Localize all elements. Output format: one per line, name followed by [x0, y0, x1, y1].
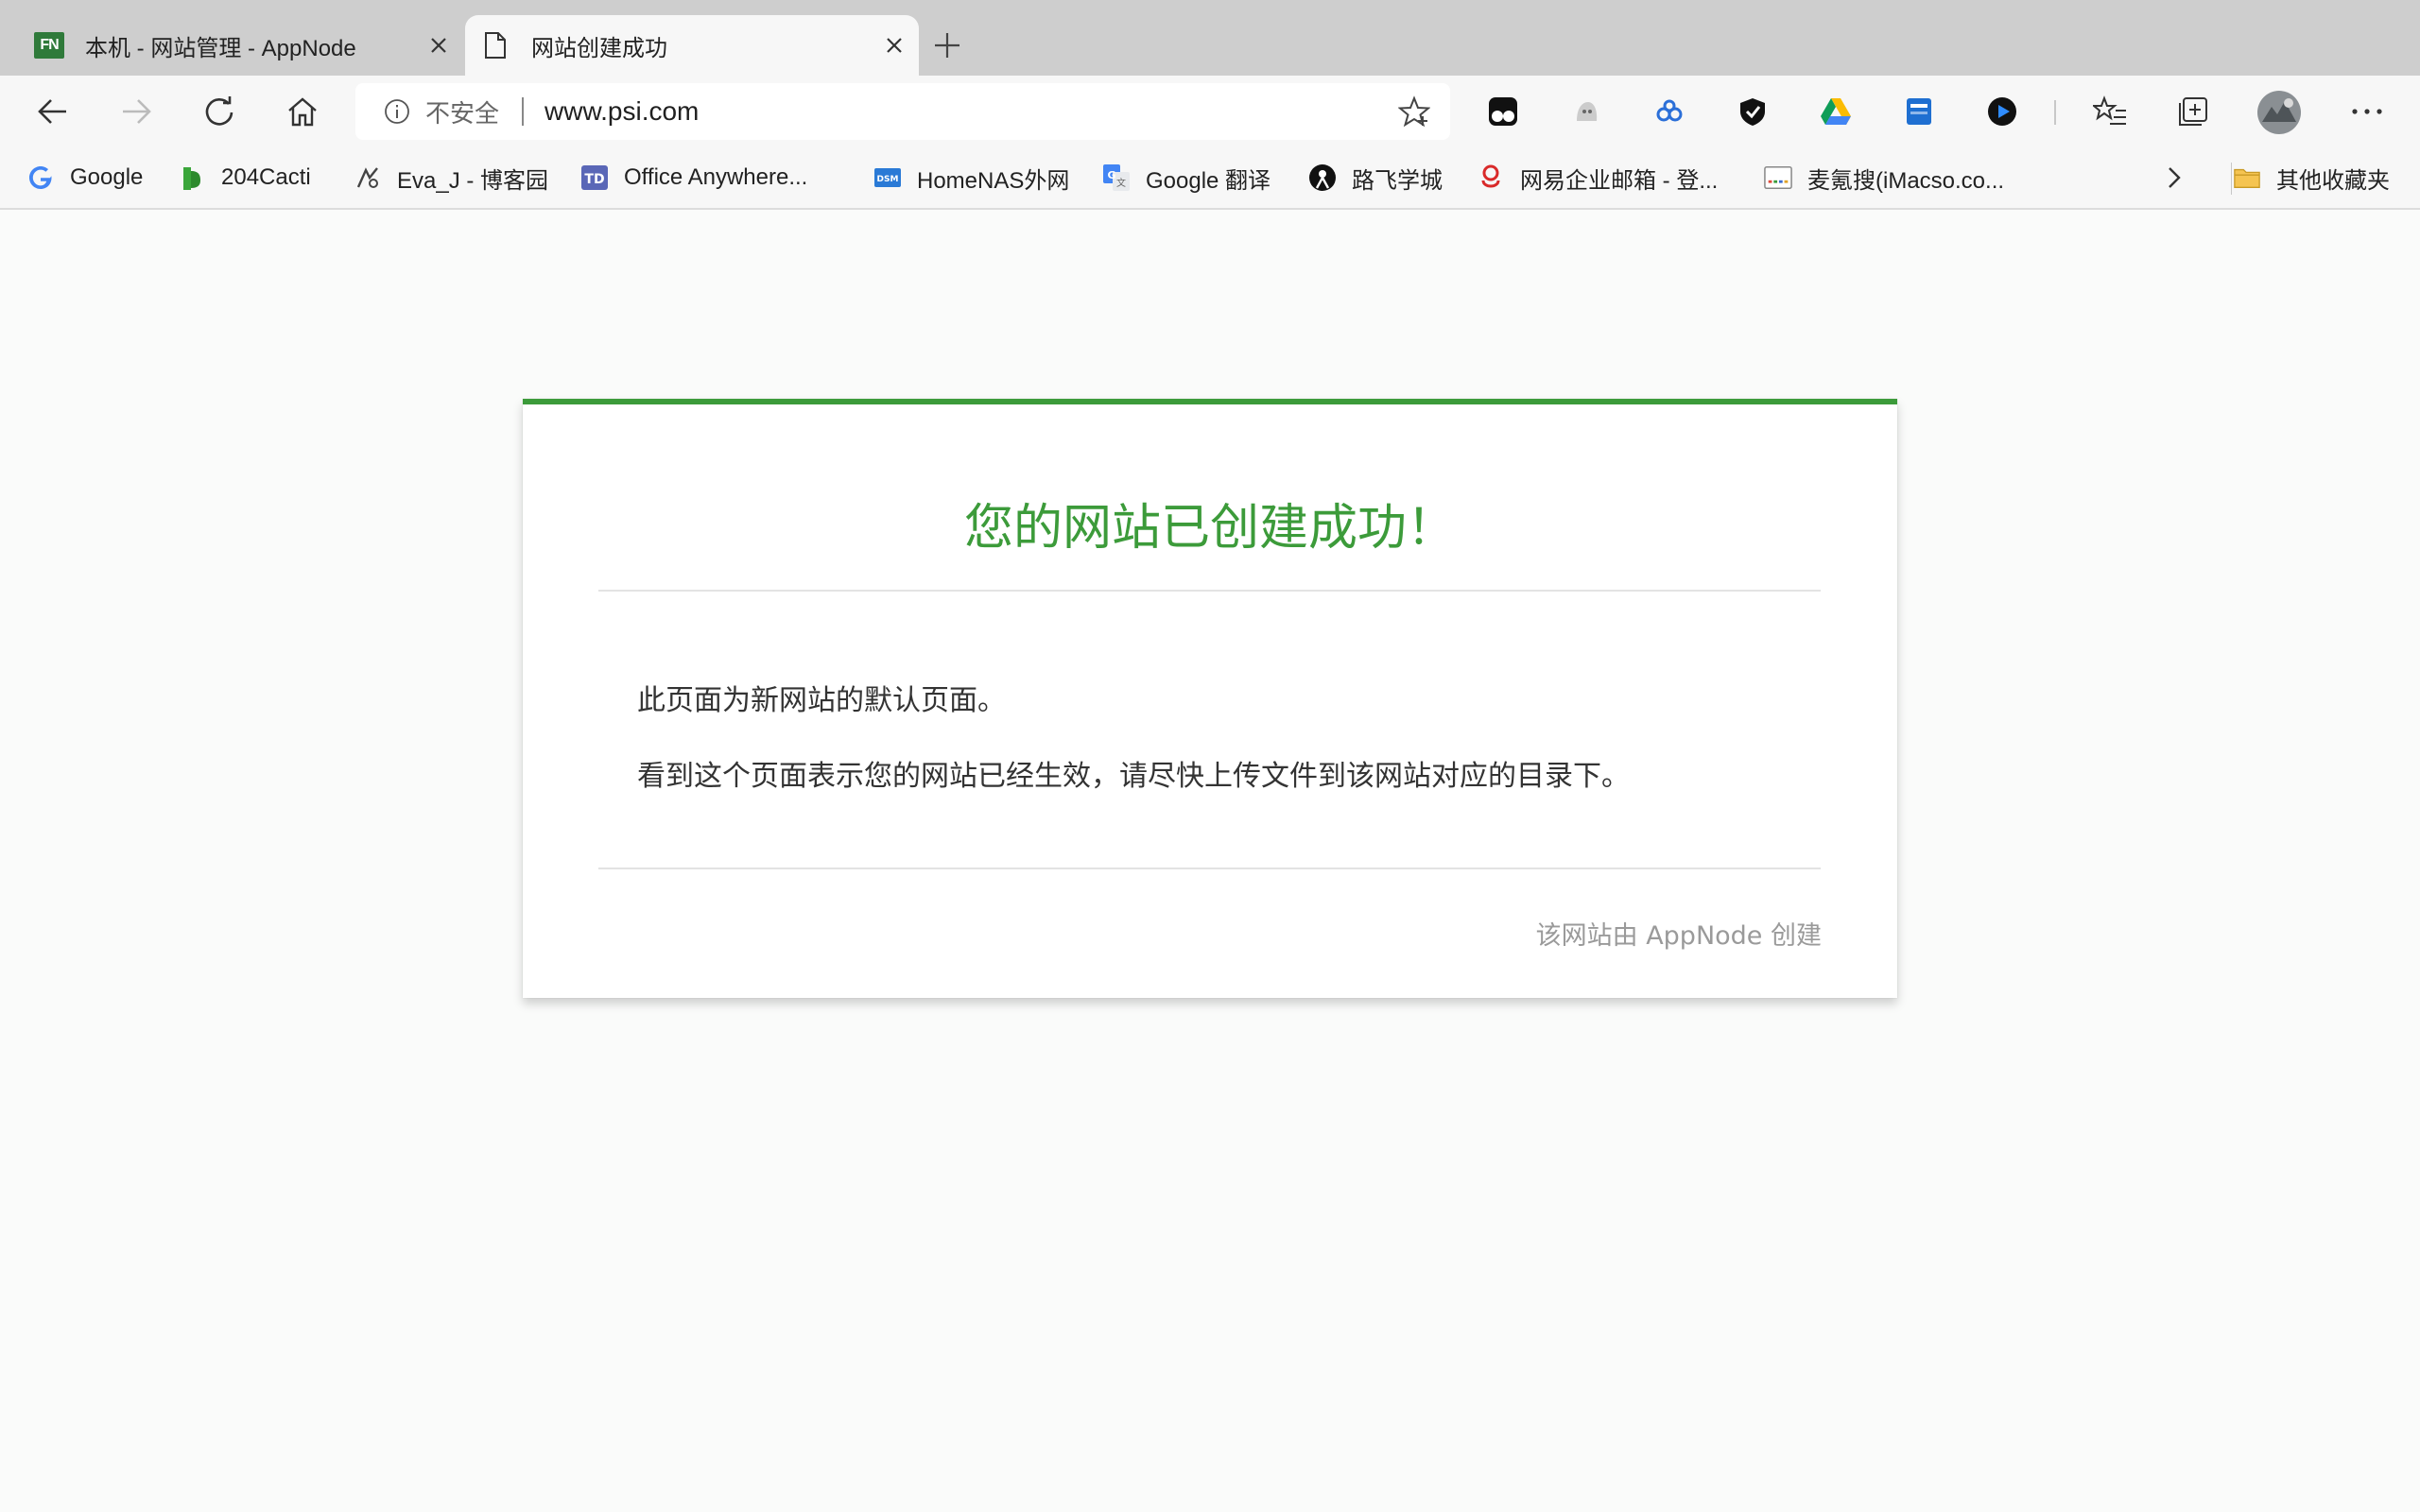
bookmark-google-translate[interactable]: G文 Google 翻译 — [1102, 159, 1270, 197]
google-drive-icon[interactable] — [1819, 94, 1853, 129]
forward-button[interactable] — [112, 87, 161, 136]
bookmark-google[interactable]: Google — [26, 159, 143, 197]
luffy-icon — [1308, 163, 1337, 192]
folder-icon — [2233, 163, 2261, 192]
shield-icon[interactable] — [1736, 94, 1770, 129]
tab-site-created[interactable]: 网站创建成功 — [465, 15, 919, 76]
bookmark-label: 204Cacti — [221, 164, 311, 190]
address-separator — [522, 97, 525, 126]
info-icon[interactable] — [382, 96, 412, 127]
chain-extension-icon[interactable] — [1652, 94, 1686, 129]
toolbar-divider — [2054, 100, 2056, 125]
description-line-2: 看到这个页面表示您的网站已经生效，请尽快上传文件到该网站对应的目录下。 — [637, 760, 1630, 793]
close-tab-icon[interactable] — [875, 26, 913, 64]
bookmarks-divider — [2231, 163, 2232, 195]
avatar[interactable] — [2256, 89, 2303, 136]
divider — [598, 868, 1821, 869]
home-button[interactable] — [278, 87, 327, 136]
bookmark-homenas[interactable]: DSM HomeNAS外网 — [873, 159, 1069, 197]
svg-text:TD: TD — [584, 172, 604, 187]
bookmark-eva-j[interactable]: Eva_J - 博客园 — [354, 159, 548, 197]
divider — [598, 590, 1821, 592]
tab-title: 本机 - 网站管理 - AppNode — [85, 35, 356, 61]
tab-appnode[interactable]: FN 本机 - 网站管理 - AppNode — [19, 15, 463, 76]
bookmark-label: 网易企业邮箱 - 登... — [1520, 167, 1719, 194]
new-tab-button[interactable] — [926, 25, 968, 66]
document-icon — [480, 30, 510, 60]
credit-footer: 该网站由 AppNode 创建 — [1535, 921, 1822, 951]
add-favorite-icon[interactable] — [1395, 93, 1433, 130]
address-bar[interactable]: 不安全 www.psi.com — [355, 83, 1450, 140]
bookmark-netease-mail[interactable]: 网易企业邮箱 - 登... — [1477, 159, 1718, 197]
tab-title: 网站创建成功 — [531, 35, 667, 61]
bookmark-label: 路飞学城 — [1352, 167, 1443, 194]
security-label[interactable]: 不安全 — [425, 94, 499, 129]
dsm-icon: DSM — [873, 163, 902, 192]
google-translate-icon: G文 — [1102, 163, 1131, 192]
play-icon[interactable] — [1985, 94, 2019, 129]
reload-button[interactable] — [195, 87, 244, 136]
bookmarks-overflow-chevron-icon[interactable] — [2165, 159, 2184, 197]
bookmark-luffy[interactable]: 路飞学城 — [1308, 159, 1443, 197]
favorites-icon[interactable] — [2093, 94, 2127, 129]
svg-text:G: G — [1107, 169, 1115, 181]
bookmark-204cacti[interactable]: 204Cacti — [178, 159, 311, 197]
page-heading: 您的网站已创建成功！ — [963, 500, 1456, 557]
tab-strip: FN 本机 - 网站管理 - AppNode 网站创建成功 — [0, 0, 2420, 76]
bookmark-imacso[interactable]: 麦氪搜(iMacso.co... — [1764, 159, 2004, 197]
bookmark-label: HomeNAS外网 — [917, 167, 1070, 194]
description-line-1: 此页面为新网站的默认页面。 — [637, 684, 1006, 717]
td-icon: TD — [580, 163, 609, 192]
svg-text:DSM: DSM — [877, 175, 899, 184]
bookmarks-bar: Google 204Cacti Eva_J - 博客园 TD Office An… — [0, 147, 2420, 210]
back-button[interactable] — [28, 87, 78, 136]
tampermonkey-icon[interactable] — [1486, 94, 1520, 129]
netease-mail-icon — [1477, 163, 1505, 192]
bookmark-label: Google — [70, 164, 144, 190]
fn-logo-icon: FN — [34, 30, 64, 60]
cacti-icon — [178, 163, 206, 192]
blog-icon — [354, 163, 382, 192]
bookmark-other-folder[interactable]: 其他收藏夹 — [2233, 159, 2390, 197]
google-icon — [26, 163, 55, 192]
bookmark-label: Eva_J - 博客园 — [397, 167, 549, 194]
bookmark-label: 麦氪搜(iMacso.co... — [1807, 167, 2005, 194]
ghost-extension-icon[interactable] — [1569, 94, 1603, 129]
page-viewport: 您的网站已创建成功！ 此页面为新网站的默认页面。 看到这个页面表示您的网站已经生… — [0, 210, 2420, 1512]
bookmark-label: 其他收藏夹 — [2276, 167, 2390, 194]
bookmark-label: Office Anywhere... — [624, 164, 808, 190]
close-tab-icon[interactable] — [420, 26, 458, 64]
bookmark-office-anywhere[interactable]: TD Office Anywhere... — [580, 159, 807, 197]
browser-toolbar: 不安全 www.psi.com — [0, 76, 2420, 147]
welcome-card: 您的网站已创建成功！ 此页面为新网站的默认页面。 看到这个页面表示您的网站已经生… — [523, 399, 1897, 998]
blue-book-icon[interactable] — [1902, 94, 1936, 129]
more-menu-icon[interactable] — [2350, 94, 2384, 129]
bookmark-label: Google 翻译 — [1146, 167, 1271, 194]
svg-text:文: 文 — [1116, 177, 1126, 189]
collections-icon[interactable] — [2176, 94, 2210, 129]
url-text[interactable]: www.psi.com — [544, 96, 1395, 127]
imacso-icon — [1764, 163, 1792, 192]
